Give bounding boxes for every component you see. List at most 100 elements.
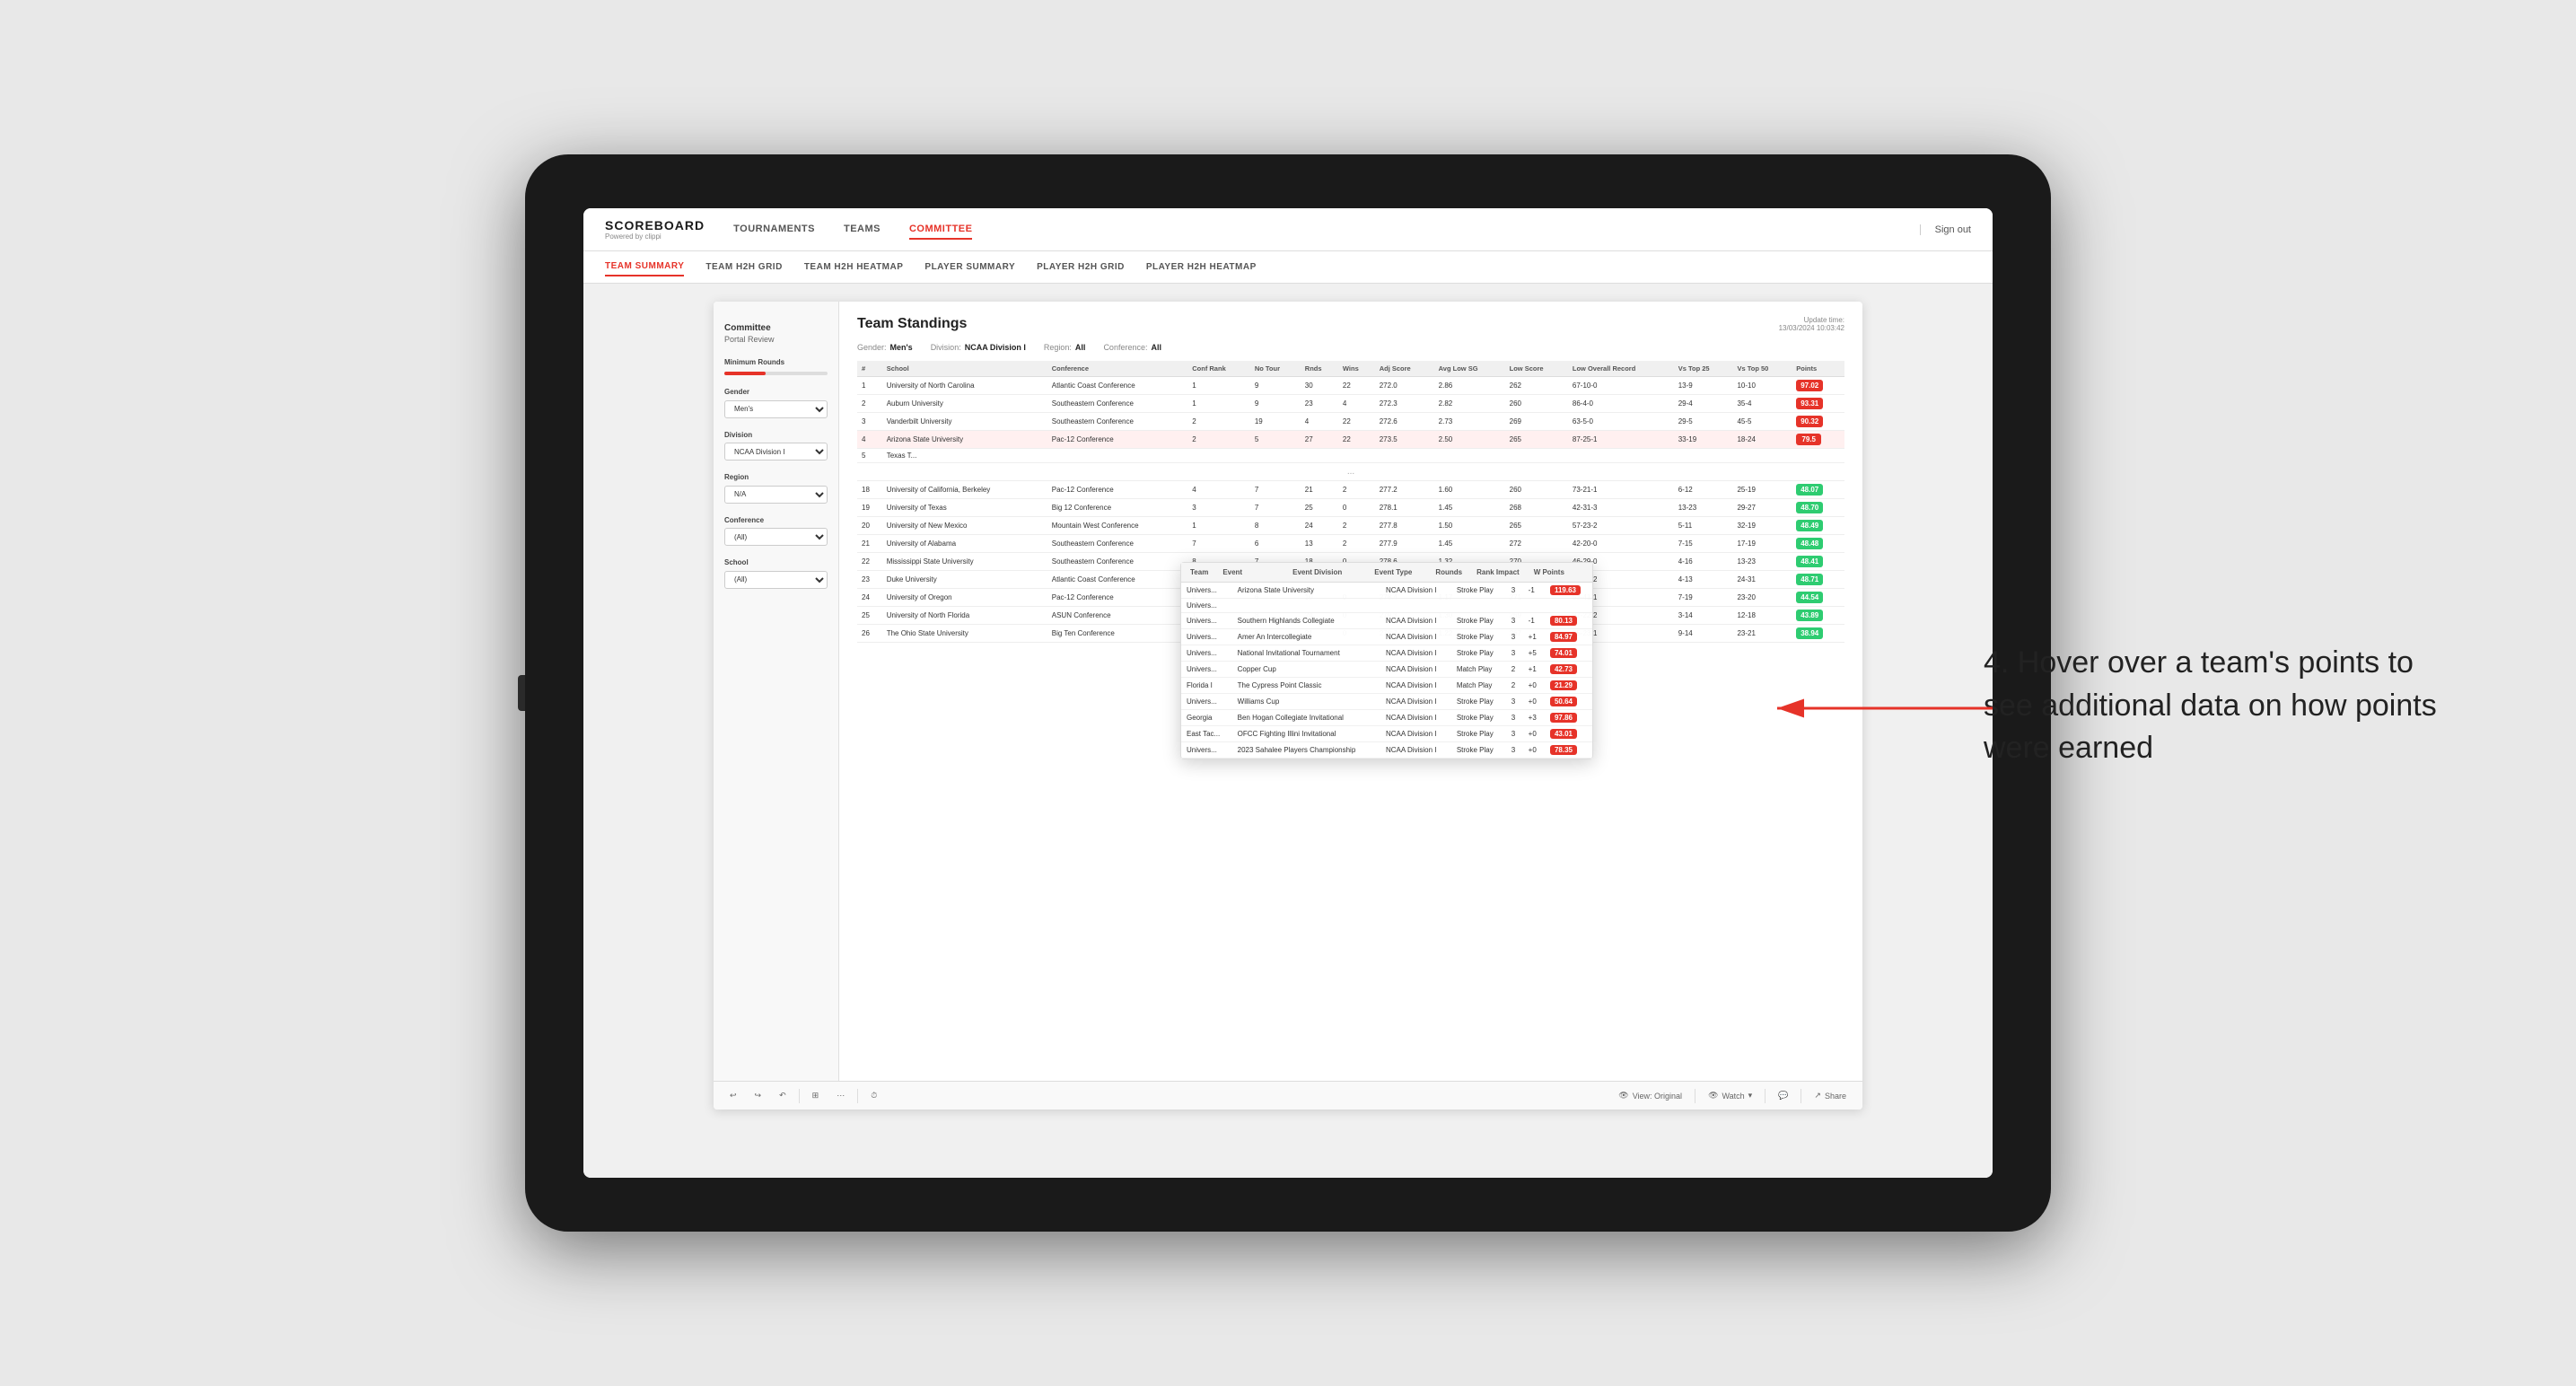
tab-player-h2h-heatmap[interactable]: PLAYER H2H HEATMAP [1146, 259, 1257, 276]
table-row[interactable]: 19University of TexasBig 12 Conference37… [857, 499, 1844, 517]
tab-player-summary[interactable]: PLAYER SUMMARY [924, 259, 1015, 276]
points-cell-container[interactable]: 48.49 [1792, 517, 1844, 535]
points-badge[interactable]: 44.54 [1796, 592, 1823, 603]
tooltip-cell: Stroke Play [1451, 742, 1506, 759]
filter-gender-select[interactable]: Men's [724, 400, 828, 418]
tooltip-cell: -1 [1523, 583, 1545, 599]
tablet-side-button[interactable] [518, 675, 525, 711]
table-cell: 63-5-0 [1568, 413, 1674, 431]
nav-teams[interactable]: TEAMS [844, 220, 881, 240]
tooltip-points-cell: 42.73 [1545, 662, 1592, 678]
app-logo-sub: Powered by clippi [605, 232, 705, 241]
table-cell: Duke University [882, 571, 1047, 589]
toolbar-timer[interactable]: ⏱ [865, 1089, 882, 1102]
points-cell-container[interactable]: 79.5 [1792, 431, 1844, 449]
tooltip-points-badge: 119.63 [1550, 585, 1581, 595]
points-cell-container[interactable]: 43.89 [1792, 607, 1844, 625]
table-row[interactable]: 18University of California, BerkeleyPac-… [857, 481, 1844, 499]
nav-tournaments[interactable]: TOURNAMENTS [733, 220, 815, 240]
table-cell: 35-4 [1732, 395, 1792, 413]
table-row[interactable]: 3Vanderbilt UniversitySoutheastern Confe… [857, 413, 1844, 431]
nav-committee[interactable]: COMMITTEE [909, 220, 973, 240]
table-cell: 42-20-0 [1568, 535, 1674, 553]
sign-out-button[interactable]: Sign out [1920, 224, 1971, 235]
table-cell: University of Alabama [882, 535, 1047, 553]
table-cell: Southeastern Conference [1047, 395, 1187, 413]
table-row[interactable]: 4Arizona State UniversityPac-12 Conferen… [857, 431, 1844, 449]
col-overall: Low Overall Record [1568, 361, 1674, 377]
tab-team-h2h-grid[interactable]: TEAM H2H GRID [705, 259, 782, 276]
tooltip-overlay: Team Event Event Division Event Type Rou… [1180, 562, 1593, 759]
points-badge[interactable]: 48.70 [1796, 502, 1823, 513]
table-cell: 1 [1187, 377, 1250, 395]
table-cell: 8 [1250, 517, 1301, 535]
points-cell-container[interactable]: 38.94 [1792, 625, 1844, 643]
filter-region-select[interactable]: N/A [724, 486, 828, 504]
table-cell: 27 [1301, 431, 1338, 449]
points-cell-container[interactable]: 90.32 [1792, 413, 1844, 431]
col-adj-score: Adj Score [1375, 361, 1434, 377]
filter-school-select[interactable]: (All) [724, 571, 828, 589]
points-badge[interactable]: 48.07 [1796, 484, 1823, 496]
table-row[interactable]: 20University of New MexicoMountain West … [857, 517, 1844, 535]
table-cell: 7-19 [1674, 589, 1733, 607]
points-badge[interactable]: 93.31 [1796, 398, 1823, 409]
tooltip-cell: 2 [1506, 678, 1523, 694]
toolbar-share[interactable]: ↗ Share [1809, 1089, 1852, 1102]
points-badge[interactable]: 48.49 [1796, 520, 1823, 531]
toolbar-feedback[interactable]: 💬 [1773, 1089, 1793, 1102]
table-cell: 2.86 [1434, 377, 1505, 395]
table-cell: 265 [1505, 431, 1568, 449]
table-row[interactable]: 1University of North CarolinaAtlantic Co… [857, 377, 1844, 395]
table-cell: University of North Carolina [882, 377, 1047, 395]
toolbar-copy[interactable]: ⊞ [807, 1089, 825, 1102]
tooltip-points-cell: 78.35 [1545, 742, 1592, 759]
table-cell [1505, 449, 1568, 463]
points-cell-container[interactable]: 48.71 [1792, 571, 1844, 589]
table-row[interactable]: 5Texas T... [857, 449, 1844, 463]
points-badge[interactable]: 90.32 [1796, 416, 1823, 427]
points-cell-container[interactable]: 48.48 [1792, 535, 1844, 553]
points-badge[interactable]: 43.89 [1796, 610, 1823, 621]
tab-team-summary[interactable]: TEAM SUMMARY [605, 258, 684, 276]
points-cell-container[interactable]: 93.31 [1792, 395, 1844, 413]
toolbar-watch[interactable]: 👁 Watch ▾ [1703, 1089, 1757, 1102]
toolbar-redo[interactable]: ↪ [749, 1089, 767, 1102]
filter-conference-select[interactable]: (All) [724, 528, 828, 546]
points-cell-container[interactable]: 48.41 [1792, 553, 1844, 571]
table-cell: Atlantic Coast Conference [1047, 571, 1187, 589]
points-badge[interactable]: 79.5 [1796, 434, 1821, 445]
min-rounds-slider[interactable] [724, 372, 828, 375]
table-cell: 23 [857, 571, 882, 589]
tooltip-cell: NCAA Division I [1380, 613, 1451, 629]
toolbar-view[interactable]: 👁 View: Original [1613, 1089, 1687, 1102]
table-cell [1301, 449, 1338, 463]
tooltip-cell: Stroke Play [1451, 629, 1506, 645]
table-cell: Pac-12 Conference [1047, 481, 1187, 499]
points-badge[interactable]: 48.48 [1796, 538, 1823, 549]
table-row[interactable]: 21University of AlabamaSoutheastern Conf… [857, 535, 1844, 553]
tooltip-cell: +0 [1523, 726, 1545, 742]
points-cell-container[interactable]: 48.07 [1792, 481, 1844, 499]
tab-player-h2h-grid[interactable]: PLAYER H2H GRID [1037, 259, 1125, 276]
table-cell: 2 [1187, 431, 1250, 449]
toolbar-more[interactable]: ⋯ [831, 1089, 850, 1102]
table-cell: 277.9 [1375, 535, 1434, 553]
toolbar-undo[interactable]: ↩ [724, 1089, 742, 1102]
points-badge[interactable]: 48.41 [1796, 556, 1823, 567]
col-rank: # [857, 361, 882, 377]
points-badge[interactable]: 38.94 [1796, 627, 1823, 639]
toolbar-back[interactable]: ↶ [774, 1089, 792, 1102]
points-cell-container[interactable] [1792, 449, 1844, 463]
points-cell-container[interactable]: 48.70 [1792, 499, 1844, 517]
table-row[interactable]: 2Auburn UniversitySoutheastern Conferenc… [857, 395, 1844, 413]
points-cell-container[interactable]: 97.02 [1792, 377, 1844, 395]
tab-team-h2h-heatmap[interactable]: TEAM H2H HEATMAP [804, 259, 904, 276]
table-cell: 2.82 [1434, 395, 1505, 413]
points-badge[interactable]: 97.02 [1796, 380, 1823, 391]
points-cell-container[interactable]: 44.54 [1792, 589, 1844, 607]
filter-division-select[interactable]: NCAA Division I [724, 443, 828, 461]
table-cell: 4 [1338, 395, 1375, 413]
points-badge[interactable]: 48.71 [1796, 574, 1823, 585]
annotation-arrow [1768, 681, 2002, 740]
